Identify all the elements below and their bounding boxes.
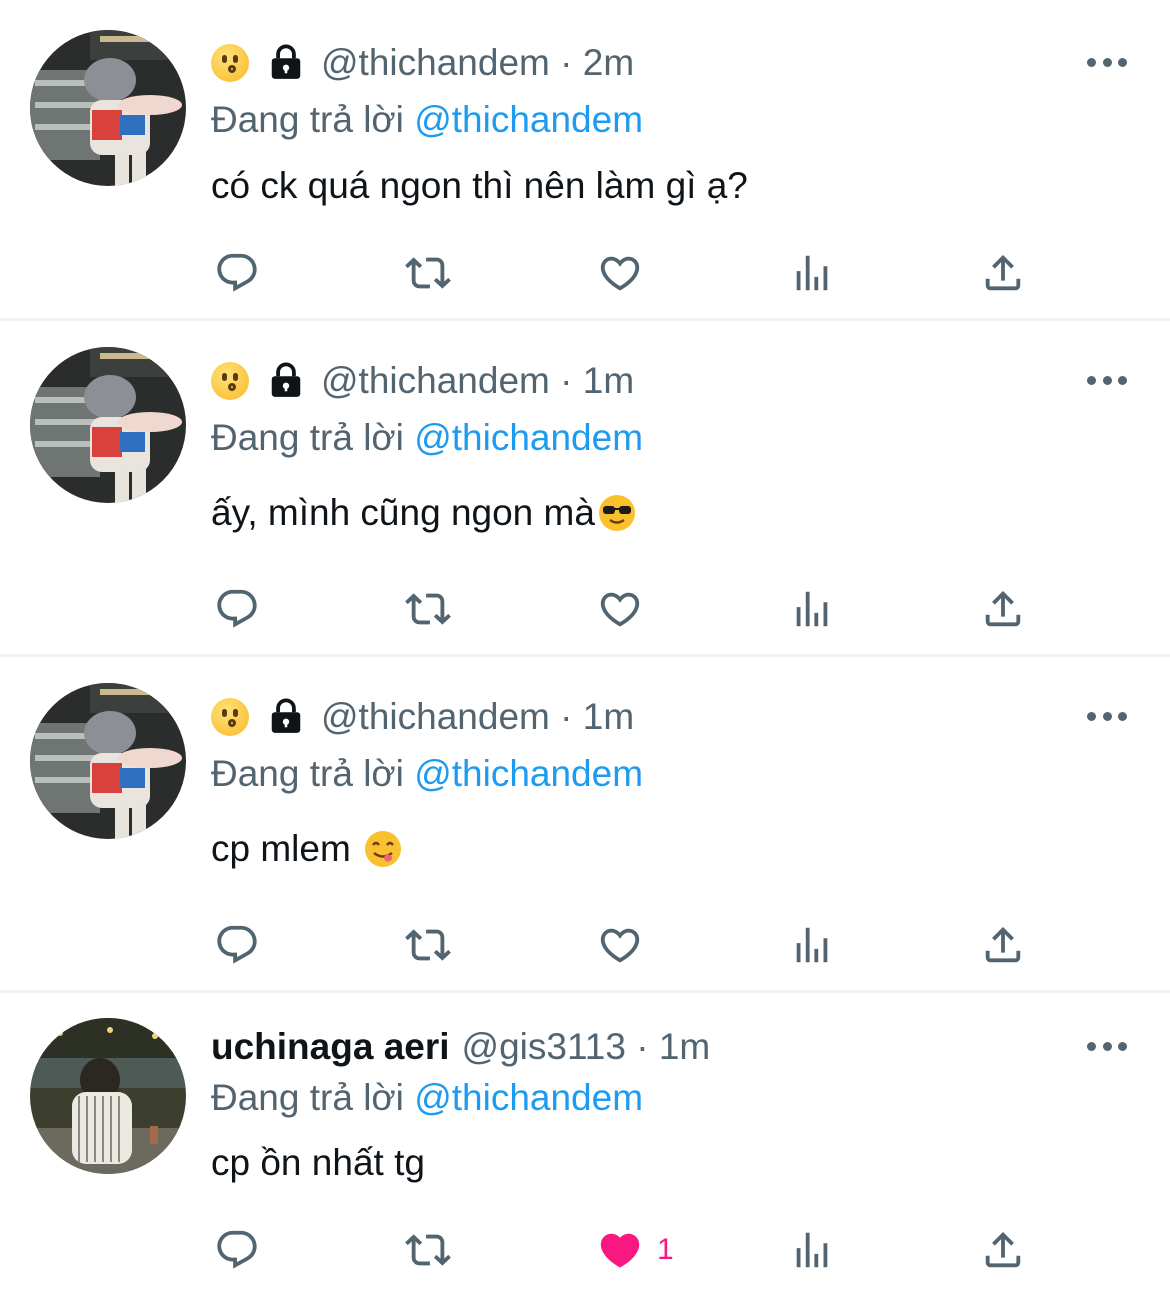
reply-mention-link[interactable]: @thichandem <box>414 1077 643 1118</box>
lock-icon <box>271 362 301 397</box>
like-icon <box>597 586 643 632</box>
tweet-text: có ck quá ngon thì nên làm gì ạ? <box>211 165 748 207</box>
more-icon[interactable] <box>1087 56 1127 68</box>
tweet-text-content: cp mlem <box>211 828 362 869</box>
tweet-actions <box>0 248 1170 298</box>
timestamp[interactable]: 1m <box>659 1026 710 1068</box>
lock-icon <box>271 44 301 79</box>
replying-to: Đang trả lời @thichandem <box>211 99 643 141</box>
replying-label: Đang trả lời <box>211 417 404 458</box>
replying-label: Đang trả lời <box>211 99 404 140</box>
reply-icon[interactable] <box>214 1225 260 1275</box>
share-icon[interactable] <box>980 920 1026 970</box>
views-icon[interactable] <box>789 920 835 970</box>
reply-mention-link[interactable]: @thichandem <box>414 417 643 458</box>
tweet-actions: 1 <box>0 1225 1170 1275</box>
avatar[interactable] <box>30 347 186 503</box>
views-icon[interactable] <box>789 584 835 634</box>
like-button[interactable] <box>597 584 643 634</box>
reply-icon[interactable] <box>214 584 260 634</box>
tweet-text: cp mlem <box>211 828 403 870</box>
tweet-divider <box>0 990 1170 993</box>
avatar[interactable] <box>30 683 186 839</box>
more-icon[interactable] <box>1087 374 1127 386</box>
like-button[interactable]: 1 <box>597 1225 674 1275</box>
retweet-icon[interactable] <box>405 1225 451 1275</box>
face-emoji-icon <box>211 362 249 400</box>
tweet-text: ấy, mình cũng ngon mà <box>211 492 637 534</box>
share-icon[interactable] <box>980 248 1026 298</box>
replying-label: Đang trả lời <box>211 753 404 794</box>
replying-to: Đang trả lời @thichandem <box>211 1077 643 1119</box>
handle[interactable]: @thichandem <box>321 360 550 402</box>
replying-label: Đang trả lời <box>211 1077 404 1118</box>
views-icon[interactable] <box>789 1225 835 1275</box>
more-icon[interactable] <box>1087 710 1127 722</box>
like-button[interactable] <box>597 248 643 298</box>
separator-dot: · <box>549 696 583 737</box>
display-name[interactable]: uchinaga aeri <box>211 1026 450 1068</box>
share-icon[interactable] <box>980 1225 1026 1275</box>
tweet-header: @thichandem · 2m <box>211 40 634 86</box>
retweet-icon[interactable] <box>405 920 451 970</box>
tweet-divider <box>0 318 1170 321</box>
like-icon <box>597 250 643 296</box>
handle[interactable]: @gis3113 <box>462 1026 626 1068</box>
like-button[interactable] <box>597 920 643 970</box>
tweet-header: @thichandem · 1m <box>211 694 634 740</box>
like-icon <box>597 922 643 968</box>
timestamp[interactable]: 1m <box>583 696 634 738</box>
reply-mention-link[interactable]: @thichandem <box>414 99 643 140</box>
sunglasses-emoji-icon <box>598 495 635 531</box>
tweet-text-content: cp ồn nhất tg <box>211 1142 425 1183</box>
handle[interactable]: @thichandem <box>321 42 550 84</box>
separator-dot: · <box>549 42 583 83</box>
tweet-actions <box>0 584 1170 634</box>
avatar[interactable] <box>30 30 186 186</box>
views-icon[interactable] <box>789 248 835 298</box>
replying-to: Đang trả lời @thichandem <box>211 753 643 795</box>
yum-emoji-icon <box>365 831 402 867</box>
tweet-text: cp ồn nhất tg <box>211 1142 425 1184</box>
timestamp[interactable]: 2m <box>583 42 634 84</box>
more-icon[interactable] <box>1087 1040 1127 1052</box>
tweet-divider <box>0 654 1170 657</box>
like-icon <box>597 1227 643 1273</box>
like-count: 1 <box>657 1233 674 1266</box>
retweet-icon[interactable] <box>405 584 451 634</box>
timestamp[interactable]: 1m <box>583 360 634 402</box>
tweet-header: @thichandem · 1m <box>211 358 634 404</box>
replying-to: Đang trả lời @thichandem <box>211 417 643 459</box>
lock-icon <box>271 698 301 733</box>
tweet-text-content: có ck quá ngon thì nên làm gì ạ? <box>211 165 748 206</box>
reply-icon[interactable] <box>214 920 260 970</box>
handle[interactable]: @thichandem <box>321 696 550 738</box>
retweet-icon[interactable] <box>405 248 451 298</box>
face-emoji-icon <box>211 698 249 736</box>
share-icon[interactable] <box>980 584 1026 634</box>
face-emoji-icon <box>211 44 249 82</box>
reply-icon[interactable] <box>214 248 260 298</box>
avatar[interactable] <box>30 1018 186 1174</box>
reply-mention-link[interactable]: @thichandem <box>414 753 643 794</box>
tweet-header: uchinaga aeri @gis3113 · 1m <box>211 1024 710 1070</box>
separator-dot: · <box>625 1026 659 1067</box>
tweet-actions <box>0 920 1170 970</box>
tweet-text-content: ấy, mình cũng ngon mà <box>211 492 595 533</box>
separator-dot: · <box>549 360 583 401</box>
